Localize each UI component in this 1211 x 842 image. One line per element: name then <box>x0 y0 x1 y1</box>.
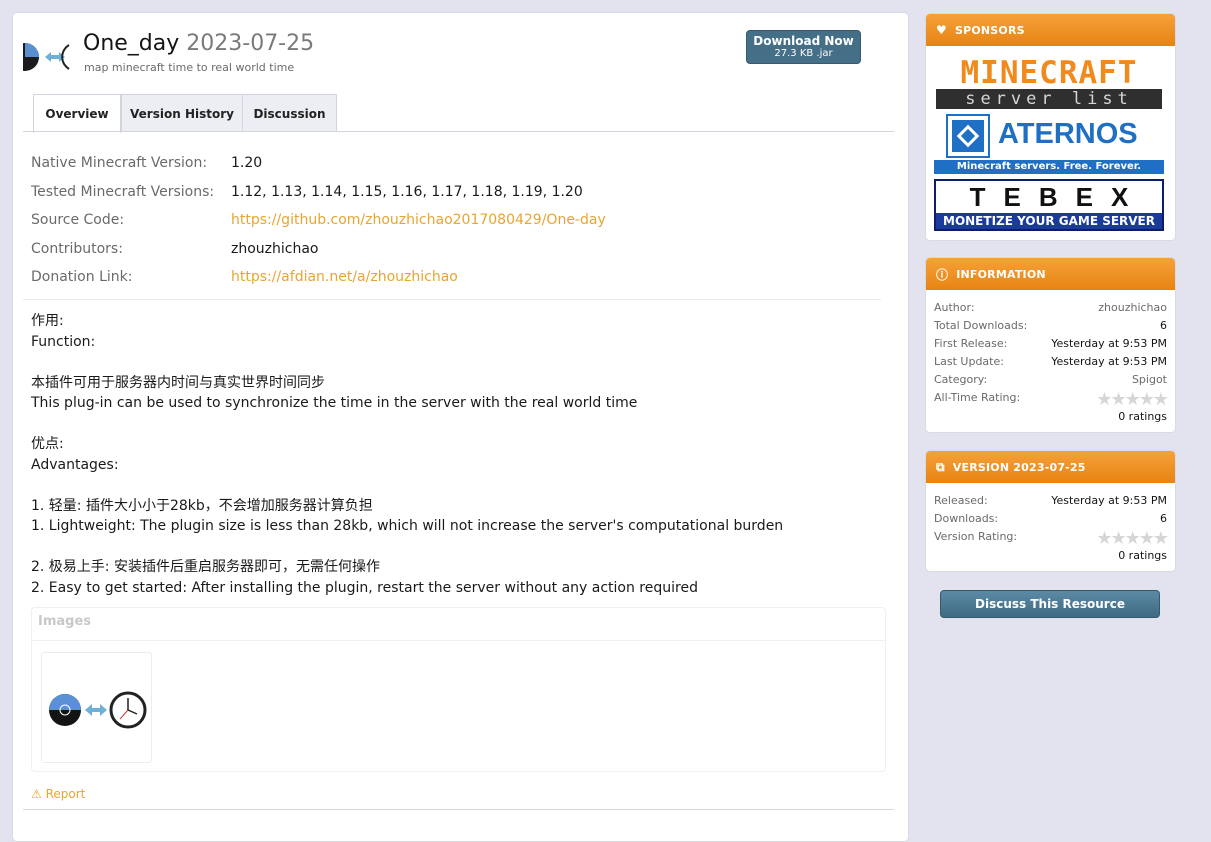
version-released: Released: Yesterday at 9:53 PM <box>934 494 1167 507</box>
page-title: One_day 2023-07-25 <box>83 31 314 56</box>
sponsors-header: ♥ SPONSORS <box>926 14 1175 46</box>
fields-divider <box>23 299 881 300</box>
sponsor-tebex[interactable]: TEBEX MONETIZE YOUR GAME SERVER <box>934 179 1164 231</box>
description-line: 1. Lightweight: The plugin size is less … <box>31 518 784 534</box>
thumbnail-image <box>49 691 147 729</box>
info-total-downloads: Total Downloads: 6 <box>934 319 1167 332</box>
field-label: Native Minecraft Version: <box>31 155 208 171</box>
field-label: Donation Link: <box>31 269 133 285</box>
sponsors-title: SPONSORS <box>954 23 1025 37</box>
ratings-count: 0 ratings <box>1118 549 1167 562</box>
description-line: 优点: <box>31 436 64 452</box>
field-label: Source Code: <box>31 212 125 228</box>
report-link[interactable]: ⚠ Report <box>31 787 85 801</box>
heart-icon: ♥ <box>936 23 947 37</box>
category-link[interactable]: Spigot <box>1132 373 1167 386</box>
tabs-divider <box>23 131 894 132</box>
description-line: 2. 极易上手: 安装插件后重启服务器即可，无需任何操作 <box>31 559 380 575</box>
tab-discussion[interactable]: Discussion <box>242 94 337 132</box>
resource-panel: One_day 2023-07-25 map minecraft time to… <box>12 12 909 842</box>
description-line: Function: <box>31 333 96 350</box>
information-block: ⓘ INFORMATION Author: zhouzhichao Total … <box>925 257 1176 433</box>
description-line: 2. Easy to get started: After installing… <box>31 579 698 596</box>
resource-tagline: map minecraft time to real world time <box>84 61 295 74</box>
images-divider <box>32 640 885 641</box>
info-last-update: Last Update: Yesterday at 9:53 PM <box>934 355 1167 368</box>
aternos-tagline: Minecraft servers. Free. Forever. <box>934 160 1164 174</box>
tebex-tagline: MONETIZE YOUR GAME SERVER <box>943 214 1155 228</box>
sponsor-aternos[interactable]: ATERNOS Minecraft servers. Free. Forever… <box>934 114 1164 176</box>
donation-link[interactable]: https://afdian.net/a/zhouzhichao <box>231 269 458 285</box>
tab-overview[interactable]: Overview <box>33 94 121 133</box>
image-thumbnail[interactable] <box>41 652 152 763</box>
sponsor-minecraft-server-list[interactable]: MINECRAFT server list <box>936 55 1162 109</box>
resource-icon <box>23 43 70 71</box>
version-header: ⧉ VERSION 2023-07-25 <box>926 451 1175 483</box>
information-title: INFORMATION <box>956 267 1046 281</box>
footer-divider <box>23 809 894 810</box>
field-label: Tested Minecraft Versions: <box>31 184 215 200</box>
field-label: Contributors: <box>31 241 123 257</box>
description-line: Advantages: <box>31 456 119 473</box>
version-block: ⧉ VERSION 2023-07-25 Released: Yesterday… <box>925 450 1176 572</box>
report-label: Report <box>45 787 86 801</box>
info-author: Author: zhouzhichao <box>934 301 1167 314</box>
author-link[interactable]: zhouzhichao <box>1098 301 1167 314</box>
description-line: 本插件可用于服务器内时间与真实世界时间同步 <box>31 374 325 391</box>
server-list-text: server list <box>936 89 1162 109</box>
aternos-logo-icon <box>946 114 990 158</box>
tab-version-history[interactable]: Version History <box>121 94 243 132</box>
description-line: 作用: <box>31 313 64 329</box>
download-label: Download Now <box>753 34 854 48</box>
copy-icon: ⧉ <box>936 459 945 474</box>
resource-name: One_day <box>83 31 180 56</box>
images-title: Images <box>38 614 92 629</box>
download-size: 27.3 KB .jar <box>774 48 833 59</box>
version-rating: Version Rating: ★★★★★ <box>934 528 1169 549</box>
version-title: VERSION 2023-07-25 <box>952 460 1086 474</box>
source-code-link[interactable]: https://github.com/zhouzhichao2017080429… <box>231 212 606 228</box>
field-value: 1.12, 1.13, 1.14, 1.15, 1.16, 1.17, 1.18… <box>231 184 583 200</box>
resource-description: 作用: Function: 本插件可用于服务器内时间与真实世界时间同步 This… <box>31 311 783 598</box>
resource-version: 2023-07-25 <box>186 31 315 56</box>
description-line: This plug-in can be used to synchronize … <box>31 395 638 411</box>
discuss-resource-button[interactable]: Discuss This Resource <box>940 590 1160 618</box>
rating-stars: ★★★★★ <box>1096 528 1169 549</box>
field-value: 1.20 <box>231 155 263 171</box>
rating-stars: ★★★★★ <box>1096 389 1169 410</box>
aternos-name: ATERNOS <box>998 118 1138 150</box>
information-header: ⓘ INFORMATION <box>926 258 1175 290</box>
info-first-release: First Release: Yesterday at 9:53 PM <box>934 337 1167 350</box>
download-button[interactable]: Download Now 27.3 KB .jar <box>746 30 861 64</box>
sponsors-block: ♥ SPONSORS MINECRAFT server list ATERNOS… <box>925 13 1176 241</box>
info-icon: ⓘ <box>936 267 949 282</box>
info-all-time-rating: All-Time Rating: ★★★★★ <box>934 389 1169 410</box>
warning-icon: ⚠ <box>31 787 42 801</box>
images-section: Images <box>31 607 886 772</box>
minecraft-logo-text: MINECRAFT <box>960 55 1138 91</box>
field-value: zhouzhichao <box>231 241 319 257</box>
ratings-count: 0 ratings <box>1118 410 1167 423</box>
description-line: 1. 轻量: 插件大小小于28kb，不会增加服务器计算负担 <box>31 497 373 514</box>
tebex-name: TEBEX <box>936 181 1162 213</box>
